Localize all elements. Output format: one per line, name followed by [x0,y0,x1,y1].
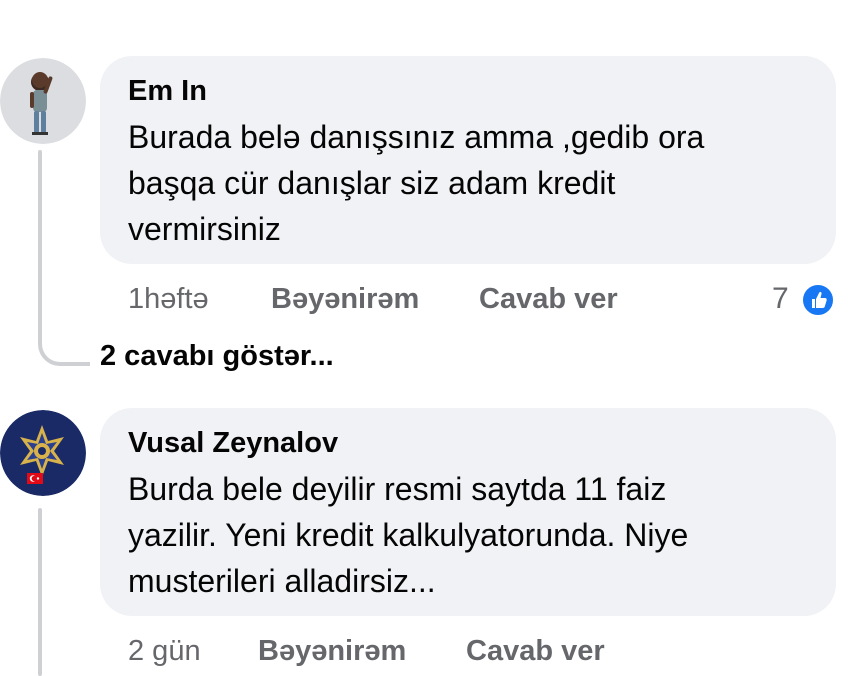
reply-button[interactable]: Cavab ver [466,635,605,668]
avatar-image [0,58,86,144]
comment-timestamp[interactable]: 2 gün [128,635,201,668]
comment-text-line: başqa cür danışlar siz adam kredit [128,165,616,201]
avatar[interactable] [0,410,86,496]
thread-line [38,508,42,676]
avatar[interactable] [0,58,86,144]
comment-text-line: yazilir. Yeni kredit kalkulyatorunda. Ni… [128,517,689,553]
avatar-image [0,410,86,496]
thread-line [38,150,42,310]
comment-author[interactable]: Em In [128,74,808,108]
comment-text-line: musterileri alladirsiz... [128,563,436,599]
faded-top-text [170,6,610,22]
comment-text-line: vermirsiniz [128,211,281,247]
comment-actions: 1həftə Bəyənirəm Cavab ver [128,283,728,319]
comment-bubble: Em In Burada belə danışsınız amma ,gedib… [100,56,836,264]
comment-timestamp[interactable]: 1həftə [128,283,209,316]
comment-actions: 2 gün Bəyənirəm Cavab ver [128,635,728,671]
thread-connector-curve [38,300,90,366]
like-icon [800,282,836,318]
comment-bubble: Vusal Zeynalov Burda bele deyilir resmi … [100,408,836,616]
comment-author[interactable]: Vusal Zeynalov [128,426,808,460]
reaction-count: 7 [772,282,789,315]
comment-text-line: Burada belə danışsınız amma ,gedib ora [128,119,705,155]
like-button[interactable]: Bəyənirəm [258,635,406,668]
like-button[interactable]: Bəyənirəm [271,283,419,316]
reply-button[interactable]: Cavab ver [479,283,618,316]
show-replies-link[interactable]: 2 cavabı göstər... [100,340,334,373]
comment-text-line: Burda bele deyilir resmi saytda 11 faiz [128,471,667,507]
